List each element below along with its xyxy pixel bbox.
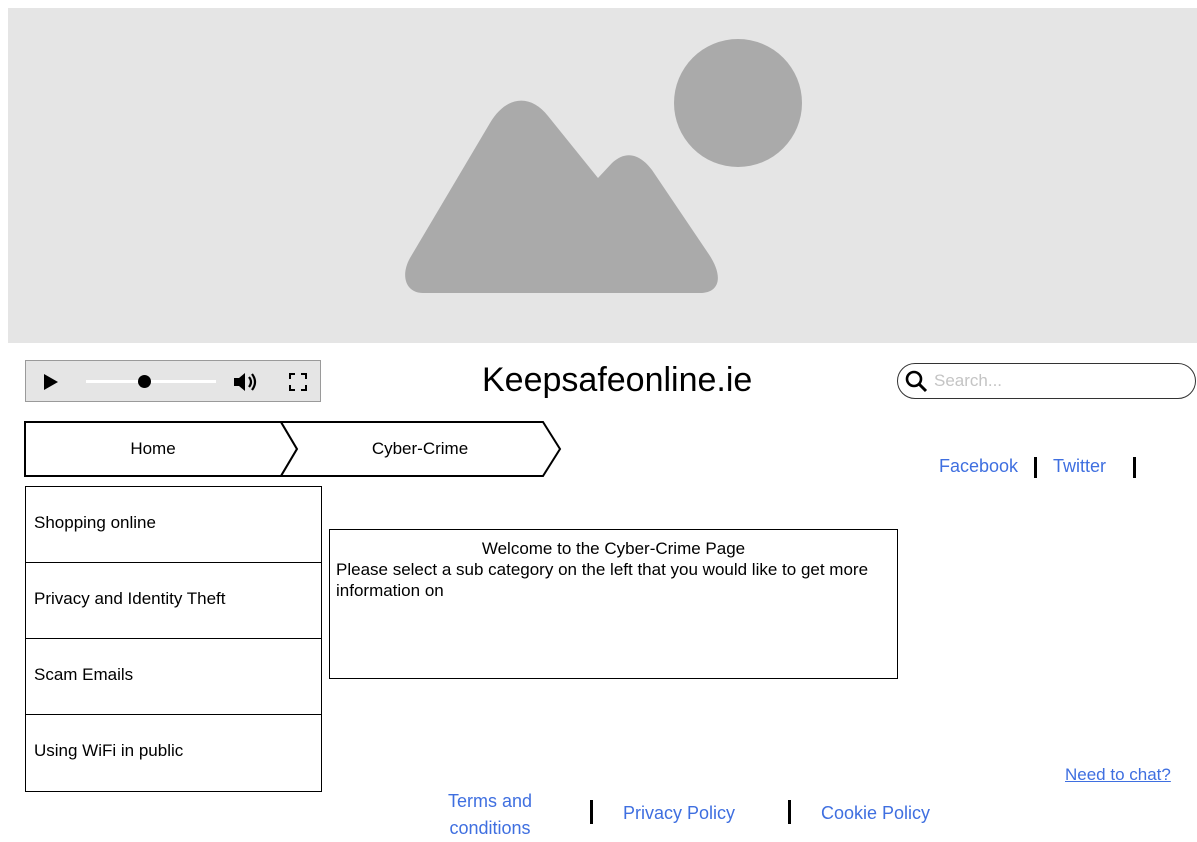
- divider: [1133, 457, 1136, 478]
- fullscreen-icon[interactable]: [288, 372, 308, 392]
- media-player: [25, 360, 321, 402]
- welcome-title: Welcome to the Cyber-Crime Page: [481, 539, 746, 558]
- facebook-link[interactable]: Facebook: [939, 456, 1018, 477]
- breadcrumb-home[interactable]: Home: [24, 421, 282, 477]
- play-icon[interactable]: [44, 374, 58, 390]
- divider: [590, 800, 593, 824]
- welcome-text: Please select a sub category on the left…: [336, 560, 869, 600]
- privacy-policy-link[interactable]: Privacy Policy: [623, 803, 735, 824]
- seek-track[interactable]: [86, 380, 216, 383]
- site-title: Keepsafeonline.ie: [482, 361, 753, 399]
- breadcrumb-cyber-crime[interactable]: Cyber-Crime: [294, 421, 546, 477]
- sidebar-item-label: Shopping online: [34, 512, 156, 532]
- search-box[interactable]: [897, 363, 1196, 399]
- breadcrumb: Home Cyber-Crime: [24, 421, 564, 477]
- sidebar-item-privacy-identity-theft[interactable]: Privacy and Identity Theft: [26, 563, 321, 639]
- sidebar-item-label: Privacy and Identity Theft: [34, 588, 226, 608]
- sidebar-item-label: Scam Emails: [34, 664, 134, 684]
- hero-image: [8, 8, 1197, 343]
- image-placeholder-icon: [405, 39, 802, 293]
- sidebar-item-shopping-online[interactable]: Shopping online: [26, 487, 321, 563]
- sidebar-item-scam-emails[interactable]: Scam Emails: [26, 639, 321, 715]
- sidebar-item-label: Using WiFi in public: [34, 741, 184, 760]
- search-input[interactable]: [934, 368, 1184, 394]
- seek-handle[interactable]: [138, 375, 151, 388]
- welcome-panel: Welcome to the Cyber-Crime Page Please s…: [329, 529, 898, 679]
- need-to-chat-link[interactable]: Need to chat?: [1065, 765, 1171, 785]
- volume-icon[interactable]: [232, 371, 260, 393]
- twitter-link[interactable]: Twitter: [1053, 456, 1106, 477]
- sidebar-item-wifi-public[interactable]: Using WiFi in public: [26, 715, 321, 791]
- sidebar-nav: Shopping online Privacy and Identity The…: [25, 486, 322, 792]
- divider: [788, 800, 791, 824]
- search-icon: [905, 370, 928, 393]
- cookie-policy-link[interactable]: Cookie Policy: [821, 803, 930, 824]
- divider: [1034, 457, 1037, 478]
